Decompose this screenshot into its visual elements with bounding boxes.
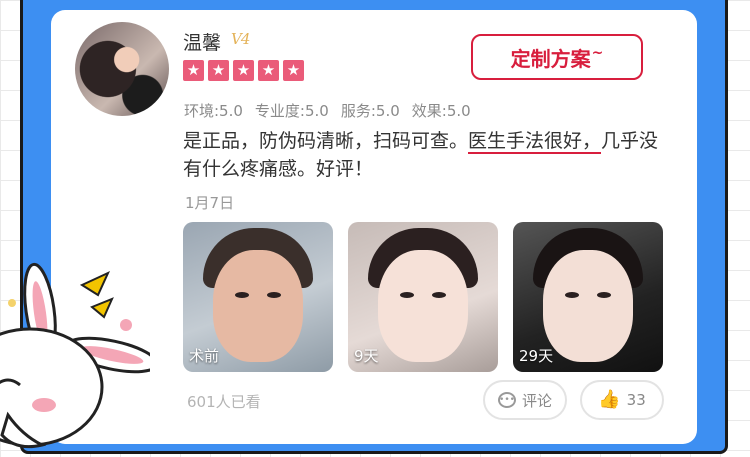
- custom-plan-mark: ~: [591, 45, 604, 61]
- photo-eye: [597, 292, 611, 298]
- star-icon: ★: [233, 60, 254, 81]
- photo-gallery: 术前 9天 29天: [183, 222, 663, 372]
- photo-face: [213, 250, 303, 362]
- like-button[interactable]: 👍 33: [580, 380, 664, 420]
- star-icon: ★: [183, 60, 204, 81]
- star-rating: ★ ★ ★ ★ ★: [183, 60, 304, 81]
- photo-eye: [400, 292, 414, 298]
- star-icon: ★: [258, 60, 279, 81]
- custom-plan-label: 定制方案: [510, 46, 591, 71]
- photo-caption: 术前: [189, 347, 220, 365]
- star-icon: ★: [283, 60, 304, 81]
- star-icon: ★: [208, 60, 229, 81]
- score-professional: 专业度:5.0: [254, 102, 329, 120]
- user-name[interactable]: 温馨: [183, 28, 221, 55]
- comment-label: 评论: [521, 391, 552, 410]
- review-text: 是正品，防伪码清晰，扫码可查。医生手法很好，几乎没有什么疼痛感。好评！: [183, 127, 663, 183]
- photo-eye: [235, 292, 249, 298]
- comment-bubble-icon: •••: [497, 392, 516, 408]
- photo-eye: [267, 292, 281, 298]
- photo-caption: 29天: [519, 347, 554, 365]
- comment-button[interactable]: ••• 评论: [483, 380, 567, 420]
- vip-level-badge: V4: [231, 30, 250, 48]
- photo-day-9[interactable]: 9天: [348, 222, 498, 372]
- review-date: 1月7日: [185, 194, 235, 212]
- bunny-mascot-icon: [0, 262, 150, 449]
- thumbs-up-icon: 👍: [598, 389, 621, 410]
- photo-face: [378, 250, 468, 362]
- photo-day-29[interactable]: 29天: [513, 222, 663, 372]
- photo-eye: [432, 292, 446, 298]
- avatar[interactable]: [75, 22, 169, 116]
- score-effect: 效果:5.0: [411, 102, 471, 120]
- photo-before[interactable]: 术前: [183, 222, 333, 372]
- like-count: 33: [626, 391, 646, 409]
- score-list: 环境:5.0 专业度:5.0 服务:5.0 效果:5.0: [184, 100, 471, 121]
- review-text-start: 是正品，防伪码清晰，扫码可查。: [183, 130, 469, 152]
- custom-plan-button[interactable]: 定制方案 ~: [471, 34, 643, 80]
- review-highlight: 医生手法很好，: [468, 130, 602, 154]
- photo-face: [543, 250, 633, 362]
- score-environment: 环境:5.0: [184, 102, 243, 120]
- score-service: 服务:5.0: [340, 102, 400, 120]
- photo-caption: 9天: [354, 347, 379, 365]
- photo-eye: [565, 292, 579, 298]
- view-count: 601人已看: [187, 393, 261, 411]
